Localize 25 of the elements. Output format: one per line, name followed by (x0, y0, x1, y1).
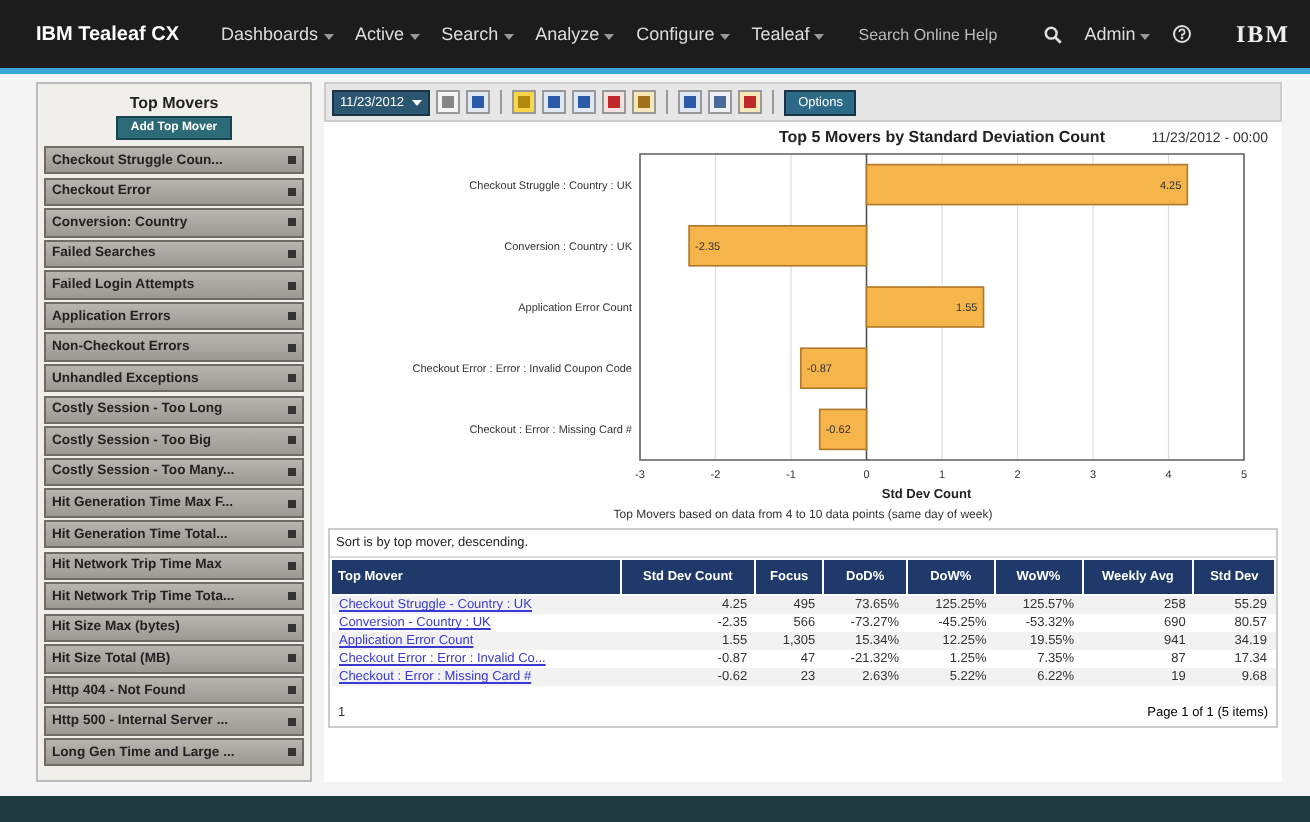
nav-menu[interactable]: Dashboards (221, 24, 334, 44)
help-icon[interactable] (1172, 24, 1193, 44)
app-title: IBM Tealeaf CX (36, 23, 179, 45)
chart-title: Top 5 Movers by Standard Deviation Count (779, 128, 1105, 146)
nav-menu[interactable]: Analyze (535, 24, 615, 44)
nav-menu[interactable]: Tealeaf (751, 24, 825, 44)
bar (800, 347, 868, 389)
search-field[interactable]: Search Online Help (854, 23, 1023, 45)
bar (865, 286, 985, 328)
nav-menu[interactable]: Search (441, 24, 514, 44)
logo: IBM (1236, 19, 1290, 49)
nav-menu[interactable]: Configure (636, 24, 730, 44)
caret-icon (719, 34, 730, 40)
caret-icon (814, 34, 825, 40)
caret-icon (1140, 34, 1151, 40)
sidebar-title: Top Movers (127, 94, 221, 112)
caret-icon (412, 99, 423, 105)
caret-icon (323, 34, 334, 40)
bar (818, 408, 868, 451)
search-icon[interactable] (1044, 25, 1063, 43)
caret-icon (503, 34, 514, 40)
caret-icon (409, 34, 420, 40)
nav-menu[interactable]: Active (355, 24, 420, 44)
caret-icon (604, 34, 615, 40)
user-menu[interactable]: Admin (1084, 24, 1151, 44)
